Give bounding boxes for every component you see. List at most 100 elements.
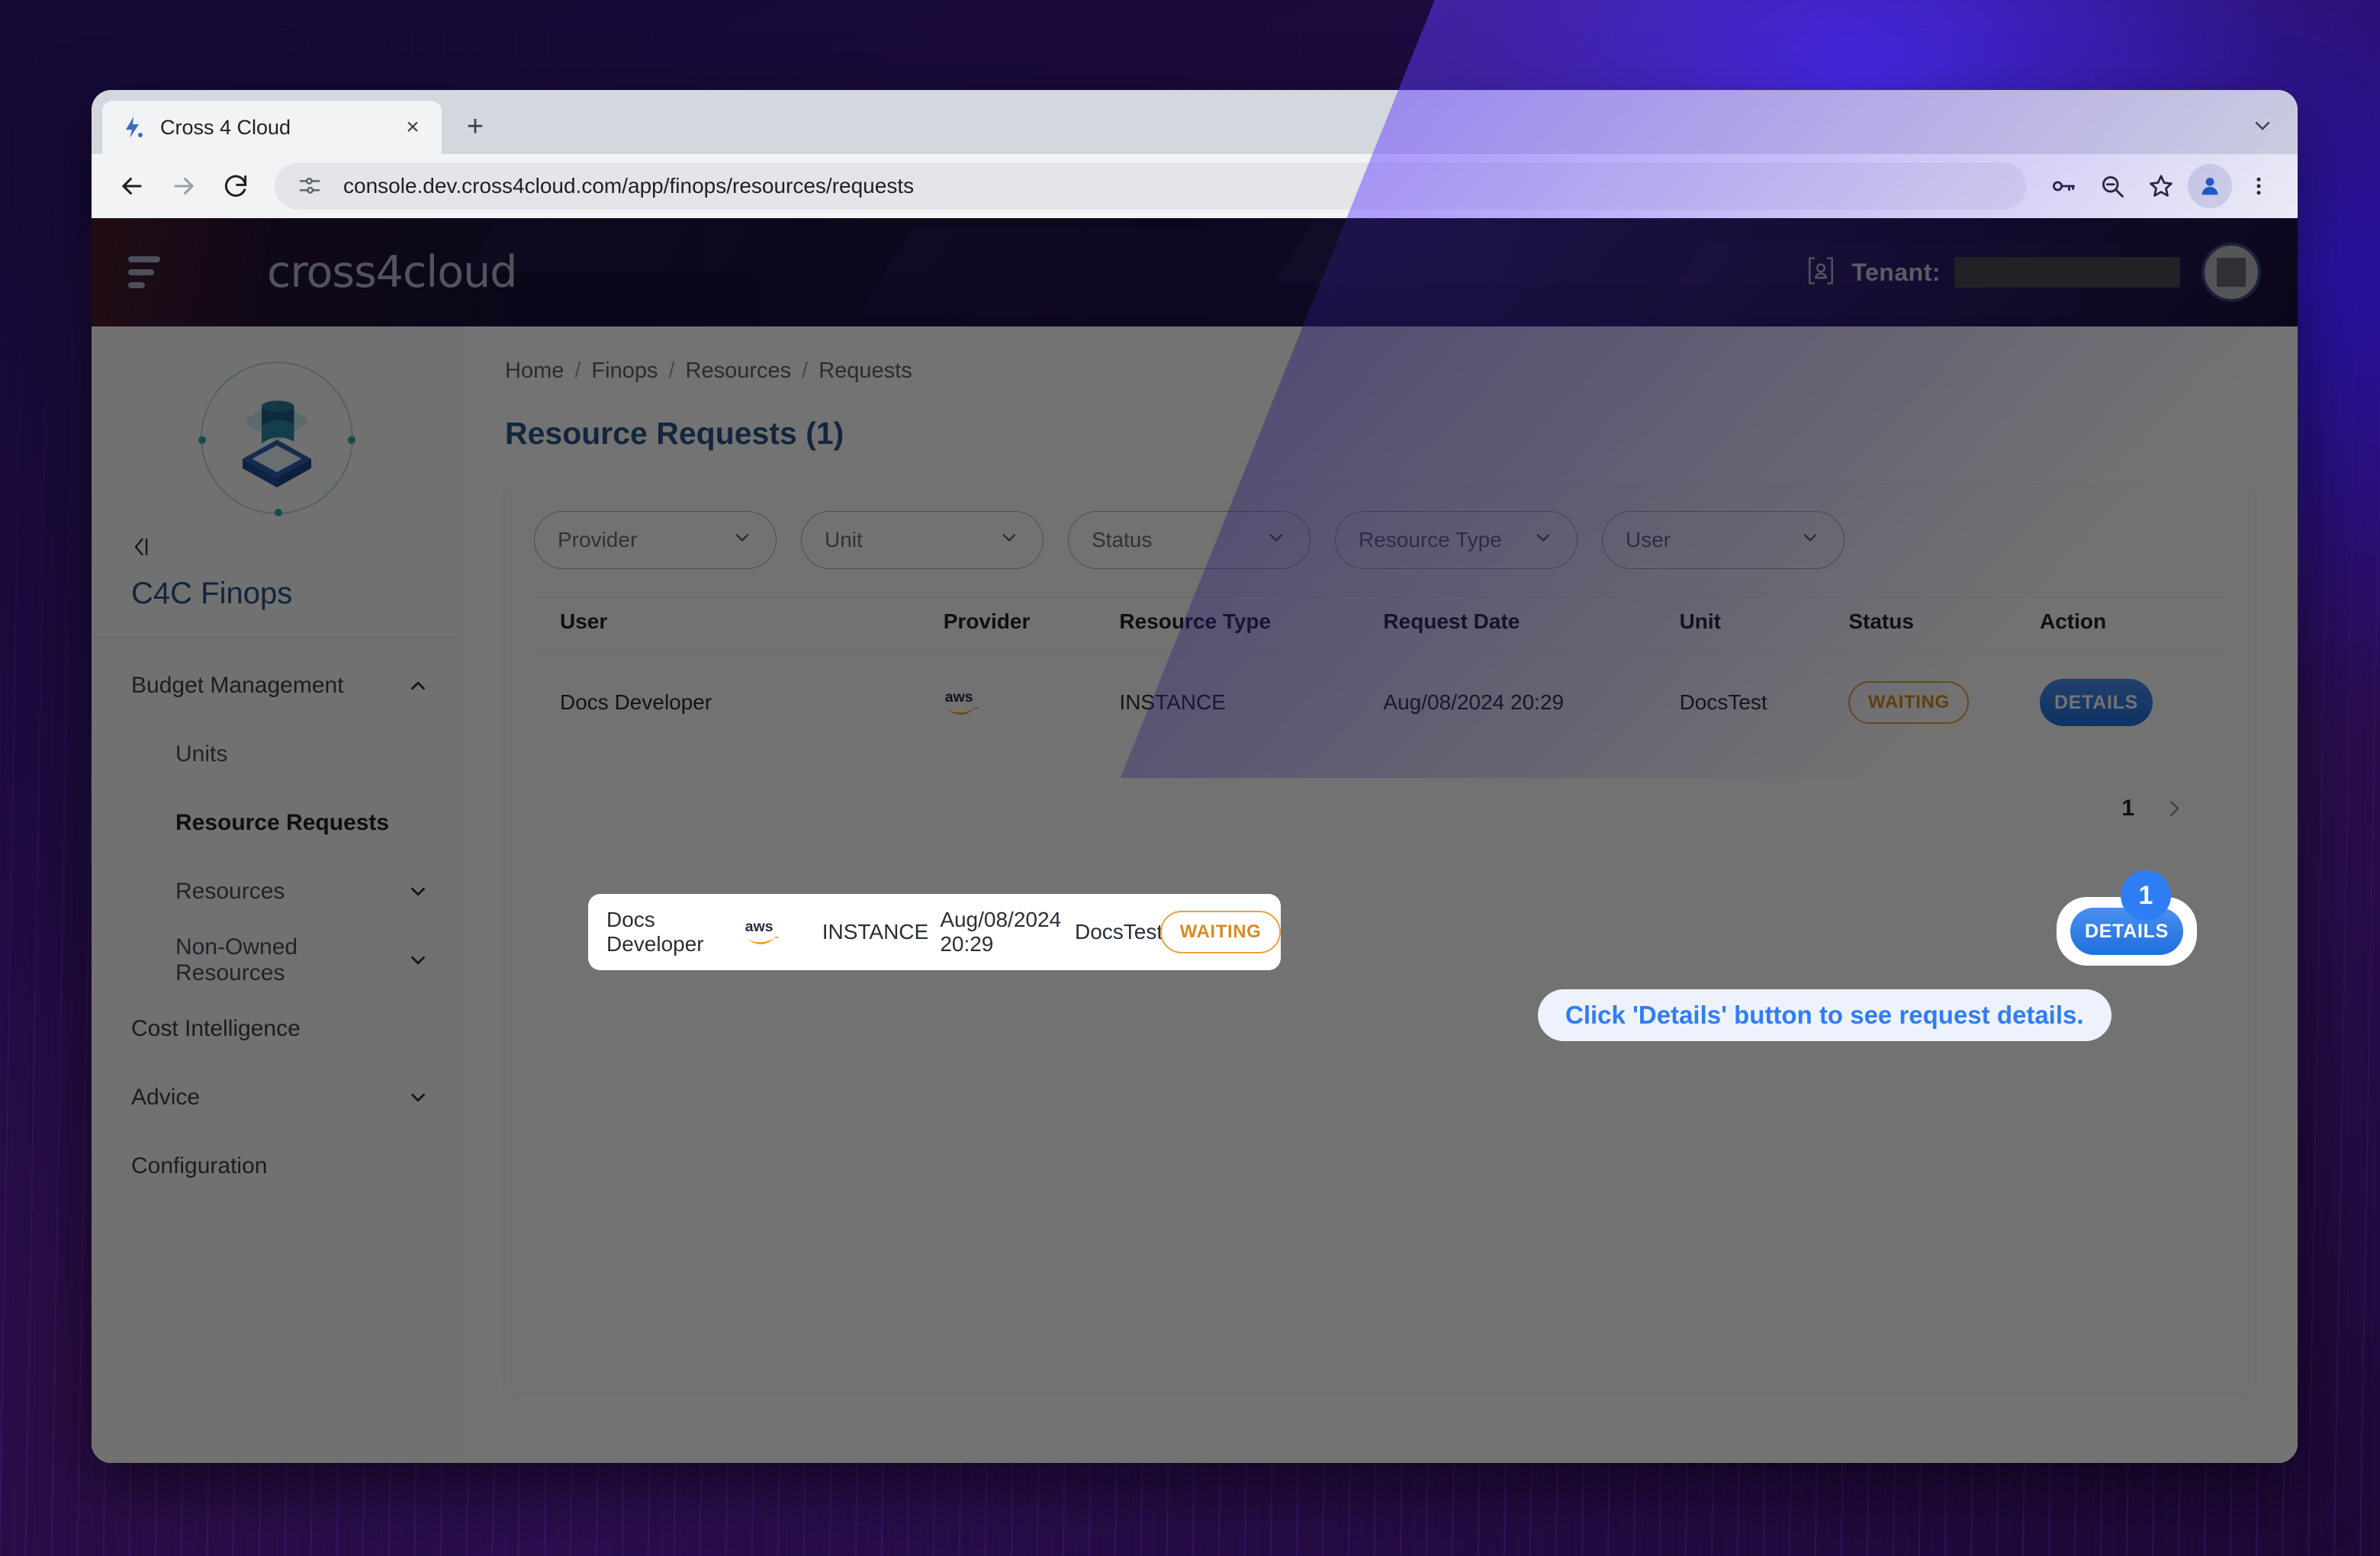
next-page-icon[interactable]: [2157, 792, 2191, 825]
close-icon[interactable]: ×: [397, 112, 428, 143]
tour-step-badge: 1: [2121, 870, 2171, 921]
sidebar-item-label: Cost Intelligence: [131, 1016, 301, 1041]
new-tab-button[interactable]: +: [452, 104, 498, 149]
pagination-current-page[interactable]: 1: [2121, 796, 2134, 821]
tenant-user-icon: [1804, 254, 1838, 291]
address-bar[interactable]: console.dev.cross4cloud.com/app/finops/r…: [275, 162, 2026, 210]
finops-illustration: [198, 362, 355, 516]
hamburger-line: [128, 282, 145, 288]
browser-tab[interactable]: Cross 4 Cloud ×: [102, 101, 442, 154]
hamburger-line: [128, 269, 154, 275]
collapse-sidebar-icon[interactable]: [128, 534, 154, 560]
address-bar-url: console.dev.cross4cloud.com/app/finops/r…: [343, 174, 915, 198]
tenant-selector[interactable]: Tenant:: [1804, 254, 2180, 291]
chevron-down-icon[interactable]: [2238, 101, 2287, 149]
sidebar-item-units[interactable]: Units: [92, 720, 462, 789]
chevron-down-icon: [1533, 527, 1554, 554]
svg-text:aws: aws: [945, 689, 973, 706]
profile-avatar-icon[interactable]: [2188, 164, 2232, 208]
filter-label: Status: [1092, 528, 1153, 551]
cross4cloud-logo-icon: [121, 114, 146, 140]
hero-dot: [274, 509, 282, 516]
column-header-status[interactable]: Status: [1848, 592, 2040, 653]
column-header-request-date[interactable]: Request Date: [1383, 592, 1680, 653]
breadcrumb-item-finops[interactable]: Finops: [591, 358, 658, 384]
breadcrumb-item-home[interactable]: Home: [505, 358, 564, 384]
site-settings-icon[interactable]: [288, 165, 331, 207]
table-row[interactable]: Docs Developer aws INSTANCE Aug/08/2024 …: [534, 653, 2226, 753]
breadcrumb-separator: /: [802, 358, 809, 383]
chevron-down-icon: [999, 527, 1020, 554]
table-header-row: User Provider Resource Type Request Date…: [534, 592, 2226, 653]
sidebar-item-resource-requests[interactable]: Resource Requests: [92, 789, 462, 857]
filter-bar: Provider Unit Status Resource Type User: [534, 511, 2226, 569]
sidebar-divider: [92, 637, 462, 638]
browser-menu-icon[interactable]: [2237, 164, 2281, 208]
column-header-unit[interactable]: Unit: [1679, 592, 1849, 653]
reload-icon[interactable]: [212, 162, 259, 210]
forward-icon[interactable]: [160, 162, 207, 210]
hero-dot: [347, 436, 355, 444]
sidebar-item-budget-management[interactable]: Budget Management: [92, 651, 462, 720]
hamburger-icon[interactable]: [124, 245, 178, 300]
details-button[interactable]: DETAILS: [2039, 679, 2153, 726]
pagination: 1: [534, 752, 2226, 825]
back-icon[interactable]: [108, 162, 156, 210]
app-brand-logo[interactable]: cross4cloud: [267, 247, 517, 297]
hero-dot: [198, 436, 206, 444]
cell-action: DETAILS: [2039, 653, 2226, 753]
column-header-resource-type[interactable]: Resource Type: [1119, 592, 1384, 653]
cell-provider: aws: [944, 653, 1120, 753]
cell-resource-type: INSTANCE: [822, 920, 929, 944]
filter-label: Unit: [825, 528, 863, 551]
zoom-out-icon[interactable]: [2090, 164, 2134, 208]
sidebar-item-resources[interactable]: Resources: [92, 857, 462, 926]
sidebar-hero: C4C Finops: [92, 326, 462, 637]
chevron-up-icon[interactable]: [405, 673, 431, 699]
filter-user[interactable]: User: [1602, 511, 1844, 569]
column-header-user[interactable]: User: [534, 592, 944, 653]
aws-logo-icon: aws: [744, 917, 822, 947]
status-badge: WAITING: [1160, 911, 1281, 953]
chevron-down-icon: [1266, 527, 1287, 554]
chevron-down-icon[interactable]: [405, 947, 431, 973]
table-body: Docs Developer aws INSTANCE Aug/08/2024 …: [534, 653, 2226, 753]
tour-tooltip: Click 'Details' button to see request de…: [1538, 989, 2111, 1041]
browser-window: Cross 4 Cloud × + console.dev.cross4clou…: [92, 90, 2298, 1463]
breadcrumb-separator: /: [574, 358, 581, 383]
status-badge: WAITING: [1848, 681, 1970, 724]
filter-label: Provider: [558, 528, 638, 551]
sidebar-app-title: C4C Finops: [131, 577, 293, 610]
browser-tab-strip: Cross 4 Cloud × +: [92, 90, 2298, 154]
filter-label: Resource Type: [1359, 528, 1502, 551]
svg-text:aws: aws: [745, 918, 774, 935]
filter-resource-type[interactable]: Resource Type: [1335, 511, 1578, 569]
sidebar-item-advice[interactable]: Advice: [92, 1063, 462, 1132]
breadcrumb-item-requests[interactable]: Requests: [819, 358, 912, 384]
filter-provider[interactable]: Provider: [534, 511, 777, 569]
hamburger-line: [128, 256, 160, 262]
avatar[interactable]: [2202, 243, 2261, 302]
sidebar-item-non-owned-resources[interactable]: Non-Owned Resources: [92, 926, 462, 995]
sidebar-item-label: Units: [175, 741, 228, 767]
chevron-down-icon[interactable]: [405, 879, 431, 905]
cell-unit: DocsTest: [1679, 690, 1767, 714]
chevron-down-icon[interactable]: [405, 1085, 431, 1111]
sidebar-item-label: Resource Requests: [175, 810, 390, 835]
details-button[interactable]: DETAILS: [2070, 908, 2183, 955]
bookmark-star-icon[interactable]: [2139, 164, 2183, 208]
chevron-down-icon: [1799, 527, 1821, 554]
filter-unit[interactable]: Unit: [801, 511, 1044, 569]
sidebar-item-label: Budget Management: [131, 673, 344, 698]
sidebar-item-configuration[interactable]: Configuration: [92, 1132, 462, 1201]
highlighted-table-row[interactable]: Docs Developer aws INSTANCE Aug/08/2024 …: [588, 894, 1281, 970]
filter-status[interactable]: Status: [1068, 511, 1311, 569]
requests-table: User Provider Resource Type Request Date…: [534, 592, 2226, 752]
column-header-action[interactable]: Action: [2039, 592, 2226, 653]
breadcrumb-item-resources[interactable]: Resources: [686, 358, 792, 384]
sidebar-item-cost-intelligence[interactable]: Cost Intelligence: [92, 995, 462, 1063]
cell-user: Docs Developer: [560, 690, 712, 714]
password-key-icon[interactable]: [2041, 164, 2086, 208]
column-header-provider[interactable]: Provider: [943, 592, 1120, 653]
sidebar-item-label: Resources: [175, 879, 285, 904]
